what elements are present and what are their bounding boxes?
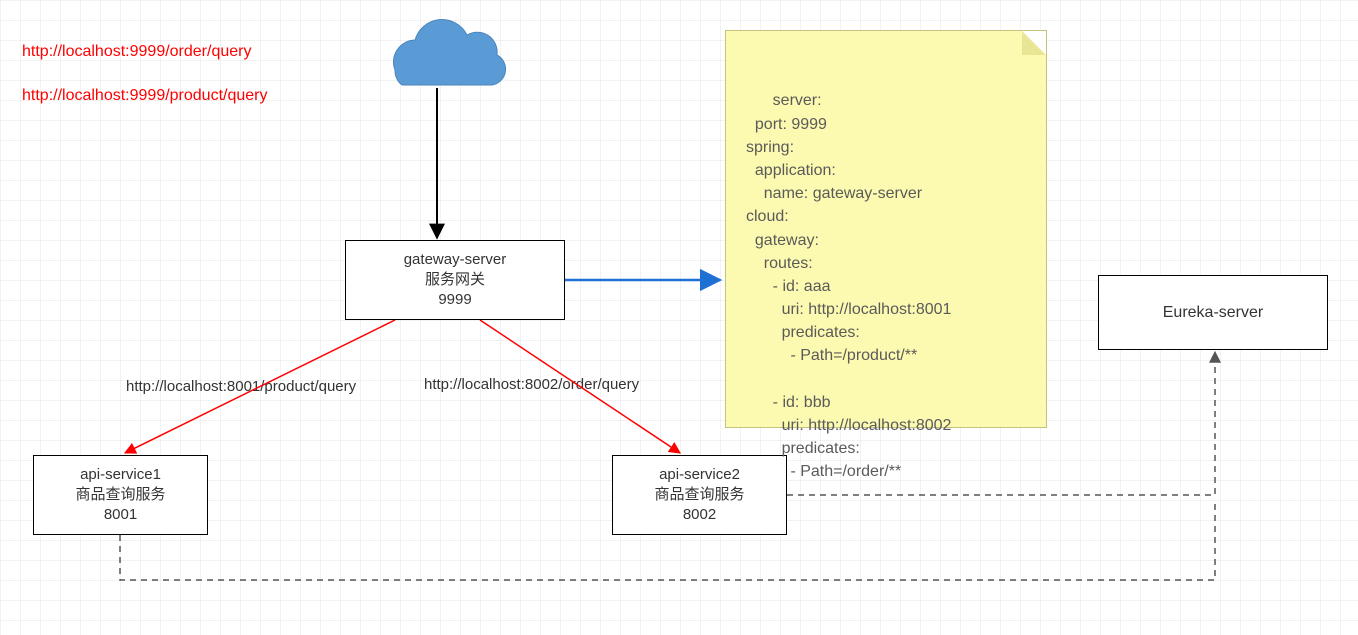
node-eureka-server: Eureka-server	[1098, 275, 1328, 350]
config-note: server: port: 9999 spring: application: …	[725, 30, 1047, 428]
node-api2-port: 8002	[683, 505, 716, 525]
node-api1-sub: 商品查询服务	[75, 485, 165, 505]
node-api-service1: api-service1 商品查询服务 8001	[33, 455, 208, 535]
node-gateway-port: 9999	[438, 290, 471, 310]
node-api1-title: api-service1	[80, 465, 161, 485]
arrow-gateway-to-api2	[480, 320, 680, 453]
node-gateway-sub: 服务网关	[425, 270, 485, 290]
cloud-icon	[393, 20, 505, 85]
node-api2-title: api-service2	[659, 465, 740, 485]
node-eureka-title: Eureka-server	[1163, 302, 1263, 324]
node-gateway-title: gateway-server	[404, 250, 507, 270]
example-url-product: http://localhost:9999/product/query	[22, 87, 268, 105]
config-note-text: server: port: 9999 spring: application: …	[746, 92, 951, 480]
example-url-order: http://localhost:9999/order/query	[22, 43, 251, 61]
node-api1-port: 8001	[104, 505, 137, 525]
node-gateway-server: gateway-server 服务网关 9999	[345, 240, 565, 320]
note-fold-icon	[1022, 31, 1046, 55]
arrow-gateway-to-api1	[125, 320, 395, 453]
node-api2-sub: 商品查询服务	[654, 485, 744, 505]
